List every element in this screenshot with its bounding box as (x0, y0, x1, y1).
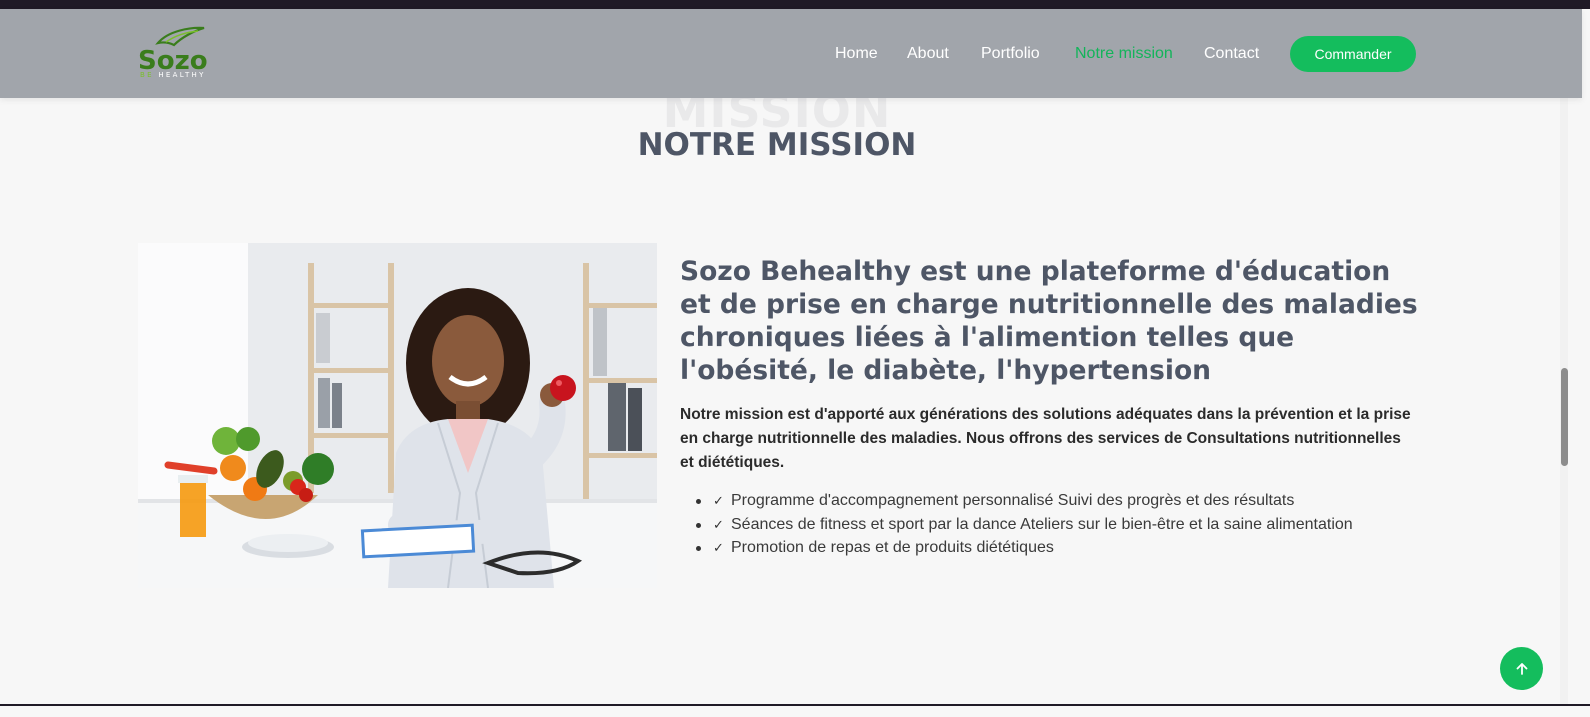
arrow-up-icon (1516, 662, 1527, 675)
logo-wordmark: Sozo (138, 46, 208, 73)
check-icon: ✓ (713, 493, 724, 508)
nav-item-home[interactable]: Home (835, 45, 878, 63)
scrollbar-track[interactable] (1560, 9, 1568, 705)
nutritionist-photo (138, 243, 657, 588)
mission-lead: Notre mission est d'apporté aux générati… (680, 406, 1411, 471)
logo[interactable]: Sozo BE HEALTHY (138, 25, 210, 83)
site-header: Sozo BE HEALTHY Home About Portfolio Not… (0, 9, 1582, 98)
check-icon: ✓ (713, 540, 724, 556)
browser-bottom-edge (0, 704, 1590, 706)
list-item-text: Promotion de repas et de produits diétét… (731, 539, 1054, 557)
nav-item-about[interactable]: About (907, 45, 949, 63)
list-item: ✓ Promotion de repas et de produits diét… (680, 536, 1420, 560)
check-icon: ✓ (713, 516, 724, 532)
nav-item-notre-mission[interactable]: Notre mission (1075, 45, 1173, 63)
browser-top-strip (0, 0, 1590, 9)
back-to-top-button[interactable] (1500, 647, 1543, 690)
nav-item-contact[interactable]: Contact (1204, 45, 1259, 63)
list-item-text: Programme d'accompagnement personnalisé … (731, 492, 1295, 509)
logo-tagline: BE HEALTHY (140, 71, 206, 79)
list-item-text: Séances de fitness et sport par la dance… (731, 515, 1353, 533)
section-title: NOTRE MISSION (637, 127, 917, 163)
scrollbar-thumb[interactable] (1561, 368, 1568, 466)
leaf-icon: Sozo (138, 26, 208, 73)
commander-button[interactable]: Commander (1290, 36, 1416, 72)
nav-item-portfolio[interactable]: Portfolio (981, 45, 1040, 63)
list-item: ✓ Séances de fitness et sport par la dan… (680, 513, 1420, 537)
features-list: ✓ Programme d'accompagnement personnalis… (680, 489, 1420, 560)
mission-headline: Sozo Behealthy est une plateforme d'éduc… (680, 256, 1418, 386)
list-item: ✓ Programme d'accompagnement personnalis… (680, 489, 1420, 513)
